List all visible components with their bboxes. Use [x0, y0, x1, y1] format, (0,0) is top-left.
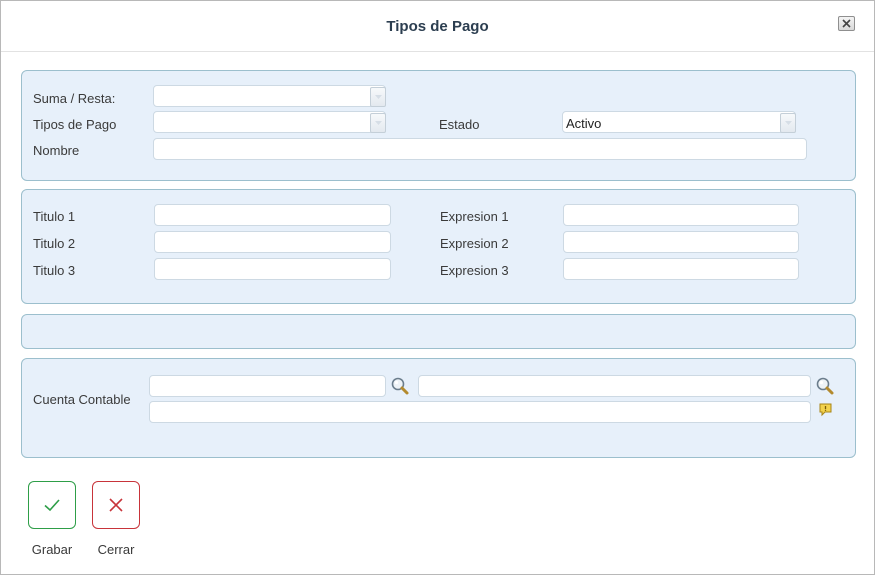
chevron-down-icon — [375, 121, 382, 125]
expresion-2-label: Expresion 2 — [440, 236, 509, 251]
titulo-3-input[interactable] — [154, 258, 391, 280]
estado-value: Activo — [566, 116, 602, 131]
dialog-window: Tipos de Pago Suma / Resta: Tipos de Pag… — [0, 0, 875, 575]
expresion-3-label: Expresion 3 — [440, 263, 509, 278]
cuenta-note-button[interactable] — [819, 403, 833, 419]
suma-resta-select[interactable] — [153, 85, 386, 107]
save-label: Grabar — [31, 542, 73, 557]
cancel-label: Cerrar — [97, 542, 135, 557]
close-icon — [842, 19, 851, 28]
titles-panel: Titulo 1 Expresion 1 Titulo 2 Expresion … — [21, 189, 856, 304]
nombre-input[interactable] — [153, 138, 807, 160]
close-window-button[interactable] — [838, 16, 855, 31]
search-icon — [391, 377, 409, 395]
tipos-pago-label: Tipos de Pago — [33, 117, 117, 132]
chevron-down-icon — [785, 121, 792, 125]
x-icon — [109, 498, 123, 512]
cuenta-contable-label: Cuenta Contable — [33, 392, 131, 407]
nombre-label: Nombre — [33, 143, 80, 158]
suma-resta-dropdown-button[interactable] — [370, 87, 386, 107]
tipos-pago-select[interactable] — [153, 111, 386, 133]
tipos-pago-dropdown-button[interactable] — [370, 113, 386, 133]
estado-select[interactable]: Activo — [562, 111, 796, 133]
chevron-down-icon — [375, 95, 382, 99]
expresion-1-input[interactable] — [563, 204, 799, 226]
titulo-2-label: Titulo 2 — [33, 236, 76, 251]
note-icon — [819, 403, 832, 417]
expresion-1-label: Expresion 1 — [440, 209, 509, 224]
check-icon — [44, 499, 60, 512]
titulo-1-label: Titulo 1 — [33, 209, 76, 224]
estado-label: Estado — [439, 117, 480, 132]
titulo-3-label: Titulo 3 — [33, 263, 76, 278]
title-bar: Tipos de Pago — [1, 1, 874, 52]
cancel-button[interactable] — [92, 481, 140, 529]
estado-dropdown-button[interactable] — [780, 113, 796, 133]
dialog-title: Tipos de Pago — [386, 18, 489, 35]
search-icon — [816, 377, 834, 395]
titulo-2-input[interactable] — [154, 231, 391, 253]
expresion-3-input[interactable] — [563, 258, 799, 280]
suma-resta-label: Suma / Resta: — [33, 91, 116, 106]
cuenta-detail-input[interactable] — [149, 401, 811, 423]
account-panel: Cuenta Contable — [21, 358, 856, 458]
cuenta-code-search-button[interactable] — [390, 376, 410, 396]
cuenta-code-input[interactable] — [149, 375, 386, 397]
empty-panel — [21, 314, 856, 349]
save-button[interactable] — [28, 481, 76, 529]
expresion-2-input[interactable] — [563, 231, 799, 253]
cuenta-description-search-button[interactable] — [815, 376, 835, 396]
cuenta-description-input[interactable] — [418, 375, 811, 397]
titulo-1-input[interactable] — [154, 204, 391, 226]
general-panel: Suma / Resta: Tipos de Pago Estado Activ… — [21, 70, 856, 181]
